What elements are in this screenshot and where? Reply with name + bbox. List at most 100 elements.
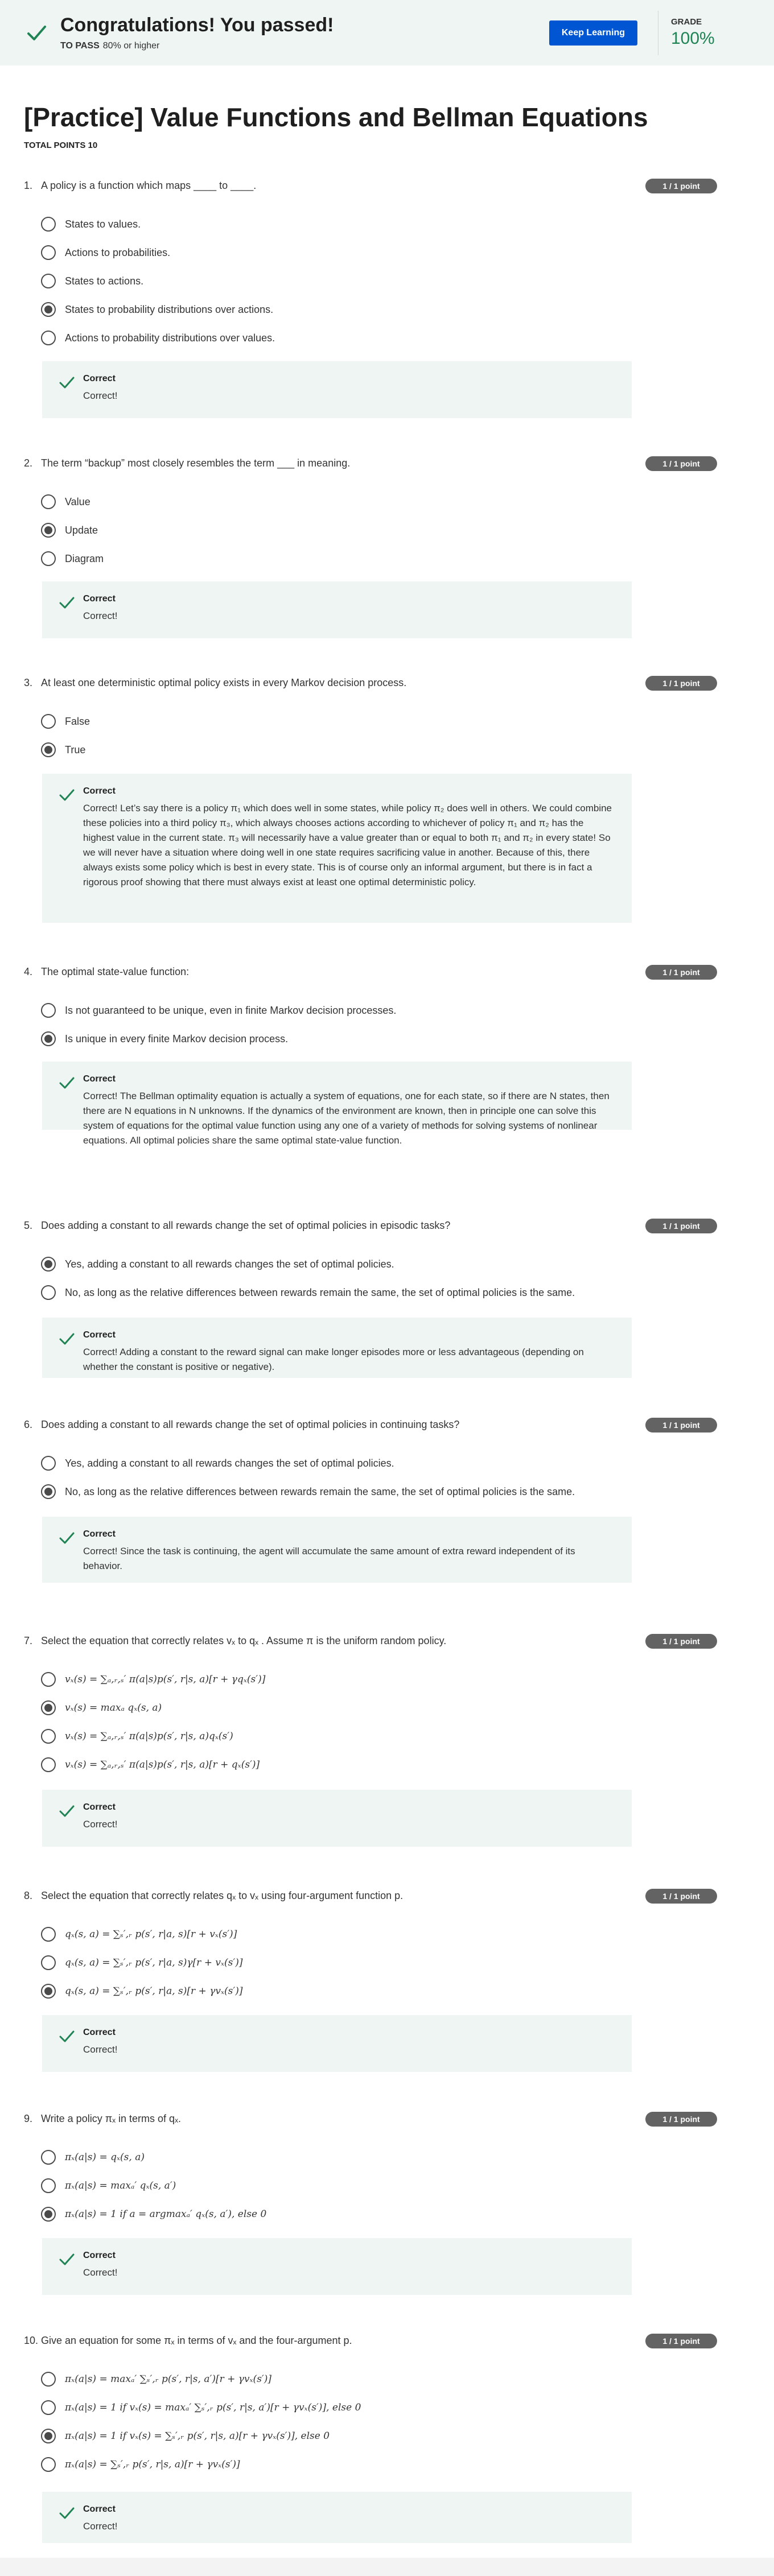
answer-option[interactable]: Actions to probability distributions ove…: [41, 329, 275, 347]
answer-option[interactable]: Is unique in every finite Markov decisio…: [41, 1030, 288, 1048]
radio-selected-icon[interactable]: [41, 742, 56, 757]
feedback-text: Correct!: [83, 610, 118, 621]
answer-option[interactable]: πₓ(a|s) = maxₐ′ qₓ(s, a′): [41, 2177, 176, 2195]
radio-selected-icon[interactable]: [41, 1984, 56, 1999]
answer-option[interactable]: Value: [41, 493, 90, 511]
answer-option[interactable]: States to probability distributions over…: [41, 300, 273, 319]
answer-option[interactable]: Yes, adding a constant to all rewards ch…: [41, 1454, 394, 1472]
radio-unselected-icon[interactable]: [41, 245, 56, 260]
radio-unselected-icon[interactable]: [41, 1003, 56, 1018]
radio-selected-icon[interactable]: [41, 1257, 56, 1272]
answer-option[interactable]: Is not guaranteed to be unique, even in …: [41, 1001, 396, 1019]
radio-unselected-icon[interactable]: [41, 1672, 56, 1687]
question-6: 6. Does adding a constant to all rewards…: [0, 1417, 774, 1434]
answer-option[interactable]: πₓ(a|s) = qₓ(s, a): [41, 2148, 145, 2166]
radio-unselected-icon[interactable]: [41, 1729, 56, 1744]
answer-option[interactable]: qₓ(s, a) = ∑ₛ′,ᵣ p(s′, r|a, s)γ[r + vₓ(s…: [41, 1954, 242, 1972]
answer-option[interactable]: States to values.: [41, 215, 141, 233]
answer-option[interactable]: vₓ(s) = ∑ₐ,ᵣ,ₛ′ π(a|s)p(s′, r|s, a)[r + …: [41, 1756, 260, 1774]
radio-unselected-icon[interactable]: [41, 494, 56, 509]
radio-unselected-icon[interactable]: [41, 2178, 56, 2193]
answer-option-label: πₓ(a|s) = 1 if vₓ(s) = maxₐ′ ∑ₛ′,ᵣ p(s′,…: [65, 2402, 361, 2413]
question-text: A policy is a function which maps ____ t…: [41, 180, 257, 191]
feedback-text: Correct! Since the task is continuing, t…: [83, 1546, 575, 1571]
answer-option[interactable]: qₓ(s, a) = ∑ₛ′,ᵣ p(s′, r|a, s)[r + γvₓ(s…: [41, 1982, 242, 2000]
answer-option[interactable]: vₓ(s) = ∑ₐ,ᵣ,ₛ′ π(a|s)p(s′, r|s, a)[r + …: [41, 1670, 265, 1689]
feedback-title: Correct: [83, 594, 116, 604]
checkmark-icon: [59, 1805, 75, 1817]
answer-option-label: States to values.: [65, 218, 141, 230]
radio-unselected-icon[interactable]: [41, 1927, 56, 1942]
feedback-title: Correct: [83, 786, 116, 796]
radio-unselected-icon[interactable]: [41, 1955, 56, 1970]
checkmark-icon: [27, 25, 46, 40]
question-text: Select the equation that correctly relat…: [41, 1635, 447, 1646]
answer-option[interactable]: No, as long as the relative differences …: [41, 1483, 575, 1501]
radio-selected-icon[interactable]: [41, 302, 56, 317]
answer-option[interactable]: Update: [41, 521, 98, 539]
radio-selected-icon[interactable]: [41, 1031, 56, 1046]
answer-option[interactable]: vₓ(s) = ∑ₐ,ᵣ,ₛ′ π(a|s)p(s′, r|s, a)qₓ(s′…: [41, 1727, 233, 1745]
question-text: Does adding a constant to all rewards ch…: [41, 1220, 451, 1231]
keep-learning-button[interactable]: Keep Learning: [549, 20, 637, 46]
radio-unselected-icon[interactable]: [41, 2372, 56, 2387]
feedback-title: Correct: [83, 2028, 116, 2037]
radio-selected-icon[interactable]: [41, 523, 56, 538]
answer-option-label: πₓ(a|s) = maxₐ′ ∑ₛ′,ᵣ p(s′, r|s, a′)[r +…: [65, 2373, 272, 2385]
radio-unselected-icon[interactable]: [41, 714, 56, 729]
feedback-box: Correct Correct! The Bellman optimality …: [42, 1062, 632, 1146]
question-number: 3.: [24, 677, 33, 688]
feedback-box: Correct Correct!: [42, 1790, 632, 1847]
answer-option[interactable]: qₓ(s, a) = ∑ₛ′,ᵣ p(s′, r|a, s)[r + vₓ(s′…: [41, 1925, 237, 1943]
answer-option[interactable]: πₓ(a|s) = 1 if vₓ(s) = ∑ₛ′,ᵣ p(s′, r|s, …: [41, 2427, 330, 2445]
answer-option-label: qₓ(s, a) = ∑ₛ′,ᵣ p(s′, r|a, s)[r + γvₓ(s…: [65, 1985, 243, 1997]
radio-unselected-icon[interactable]: [41, 274, 56, 288]
answer-option-label: vₓ(s) = ∑ₐ,ᵣ,ₛ′ π(a|s)p(s′, r|s, a)[r + …: [65, 1759, 260, 1770]
radio-selected-icon[interactable]: [41, 1484, 56, 1499]
answer-option[interactable]: vₓ(s) = maxₐ qₓ(s, a): [41, 1699, 162, 1717]
radio-unselected-icon[interactable]: [41, 331, 56, 345]
checkmark-icon: [59, 789, 75, 801]
points-badge: 1 / 1 point: [645, 1418, 717, 1433]
answer-option[interactable]: πₓ(a|s) = ∑ₛ′,ᵣ p(s′, r|s, a)[r + γvₓ(s′…: [41, 2455, 240, 2474]
answer-option[interactable]: Actions to probabilities.: [41, 243, 170, 262]
answer-option[interactable]: Diagram: [41, 550, 104, 568]
answer-option[interactable]: πₓ(a|s) = maxₐ′ ∑ₛ′,ᵣ p(s′, r|s, a′)[r +…: [41, 2370, 271, 2388]
radio-unselected-icon[interactable]: [41, 217, 56, 232]
checkmark-icon: [59, 1077, 75, 1089]
radio-unselected-icon[interactable]: [41, 1757, 56, 1772]
question-7: 7. Select the equation that correctly re…: [0, 1633, 774, 1650]
answer-option[interactable]: False: [41, 712, 90, 730]
radio-selected-icon[interactable]: [41, 2429, 56, 2443]
radio-unselected-icon[interactable]: [41, 551, 56, 566]
feedback-text: Correct!: [83, 390, 118, 401]
answer-option-label: States to probability distributions over…: [65, 303, 274, 315]
radio-unselected-icon[interactable]: [41, 2400, 56, 2415]
radio-unselected-icon[interactable]: [41, 2150, 56, 2165]
question-header: 4. The optimal state-value function: 1 /…: [0, 964, 774, 981]
answer-option[interactable]: No, as long as the relative differences …: [41, 1283, 575, 1302]
points-badge: 1 / 1 point: [645, 456, 717, 471]
points-badge: 1 / 1 point: [645, 2112, 717, 2127]
answer-option[interactable]: True: [41, 741, 85, 759]
feedback-title: Correct: [83, 1330, 116, 1340]
answer-option[interactable]: πₓ(a|s) = 1 if vₓ(s) = maxₐ′ ∑ₛ′,ᵣ p(s′,…: [41, 2399, 361, 2417]
answer-option-label: Actions to probability distributions ove…: [65, 332, 275, 344]
answer-option[interactable]: Yes, adding a constant to all rewards ch…: [41, 1255, 394, 1273]
radio-selected-icon[interactable]: [41, 2207, 56, 2222]
answer-option-label: No, as long as the relative differences …: [65, 1286, 575, 1298]
feedback-box: Correct Correct!: [42, 361, 632, 418]
answer-option-label: πₓ(a|s) = maxₐ′ qₓ(s, a′): [65, 2180, 176, 2191]
radio-unselected-icon[interactable]: [41, 1456, 56, 1471]
pass-banner: Congratulations! You passed! TO PASS 80% …: [0, 0, 774, 65]
question-8: 8. Select the equation that correctly re…: [0, 1888, 774, 1905]
radio-selected-icon[interactable]: [41, 1700, 56, 1715]
question-header: 3. At least one deterministic optimal po…: [0, 675, 774, 692]
answer-option[interactable]: πₓ(a|s) = 1 if a = argmaxₐ′ qₓ(s, a′), e…: [41, 2205, 266, 2223]
question-text: Does adding a constant to all rewards ch…: [41, 1419, 460, 1430]
radio-unselected-icon[interactable]: [41, 1285, 56, 1300]
answer-option-label: πₓ(a|s) = 1 if a = argmaxₐ′ qₓ(s, a′), e…: [65, 2208, 267, 2220]
radio-unselected-icon[interactable]: [41, 2457, 56, 2472]
answer-option[interactable]: States to actions.: [41, 272, 143, 290]
answer-option-label: Yes, adding a constant to all rewards ch…: [65, 1258, 394, 1270]
